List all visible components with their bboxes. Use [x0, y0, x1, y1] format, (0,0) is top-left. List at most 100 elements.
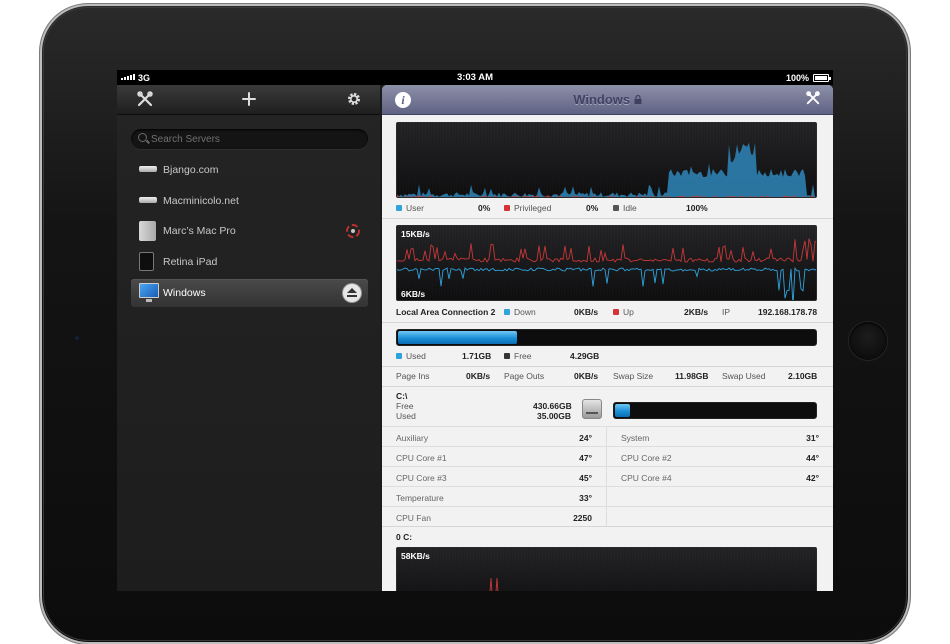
- settings-gear-icon[interactable]: [345, 91, 363, 109]
- down-swatch: [504, 309, 510, 315]
- disk-usage-bar: [613, 402, 817, 419]
- tools-icon[interactable]: [136, 91, 154, 109]
- up-swatch: [613, 309, 619, 315]
- server-detail-panel: i Windows User 0% Privileged 0% Idle 100…: [382, 85, 833, 591]
- cpu-legend: User 0% Privileged 0% Idle 100%: [396, 203, 817, 215]
- used-swatch: [396, 353, 402, 359]
- server-item-retina-ipad[interactable]: Retina iPad: [131, 247, 368, 278]
- network-graph: 15KB/s 6KB/s: [396, 225, 817, 301]
- sensor-cpu-core-2: CPU Core #2 44°: [607, 446, 833, 466]
- mac-mini-icon: [139, 166, 157, 172]
- mem-used-label: Used: [406, 351, 426, 361]
- swap-used-label: Swap Used: [722, 371, 766, 381]
- disk-activity-max-label: 58KB/s: [401, 551, 430, 561]
- server-name: Marc’s Mac Pro: [163, 225, 236, 237]
- net-ip-value: 192.168.178.78: [758, 307, 818, 317]
- net-up-label: Up: [623, 307, 634, 317]
- sidebar-toolbar: [117, 85, 380, 115]
- sensor-empty: [607, 486, 833, 506]
- network-graph-canvas: [397, 226, 816, 300]
- server-name: Macminicolo.net: [163, 194, 239, 207]
- net-up-value: 2KB/s: [684, 307, 709, 317]
- battery-icon: [813, 74, 831, 82]
- cpu-user-value: 0%: [478, 203, 491, 213]
- lock-icon: [634, 94, 642, 104]
- disk-activity-graph: 58KB/s: [396, 547, 817, 591]
- server-item-bjango[interactable]: Bjango.com: [131, 155, 368, 186]
- memory-legend: Used 1.71GB Free 4.29GB: [396, 351, 817, 363]
- sensor-cpu-core-3: CPU Core #3 45°: [382, 466, 607, 486]
- memory-used-fill: [398, 331, 518, 344]
- divider: [382, 322, 833, 323]
- net-down-value: 0KB/s: [574, 307, 599, 317]
- cpu-privileged-label: Privileged: [514, 203, 552, 213]
- search-servers-field[interactable]: [131, 129, 368, 149]
- sensor-grid: Auxiliary 24° System 31° CPU Core #1 47° CP…: [382, 426, 833, 528]
- server-item-macminicolo[interactable]: Macminicolo.net: [131, 186, 368, 217]
- cpu-idle-value: 100%: [686, 203, 708, 213]
- sensor-cpu-core-1: CPU Core #1 47°: [382, 446, 607, 466]
- search-input[interactable]: [151, 131, 361, 147]
- page-ins-label: Page Ins: [396, 371, 430, 381]
- cpu-graph-canvas: [397, 123, 816, 197]
- idle-swatch: [613, 205, 619, 211]
- disk-free-value: 430.66GB: [533, 401, 572, 411]
- front-camera: [75, 336, 79, 340]
- disk-used-fill: [615, 404, 631, 417]
- sensor-cpu-core-4: CPU Core #4 42°: [607, 466, 833, 486]
- page-outs-label: Page Outs: [504, 371, 545, 381]
- sensor-system: System 31°: [607, 426, 833, 446]
- free-swatch: [504, 353, 510, 359]
- server-item-marcs-mac-pro[interactable]: Marc’s Mac Pro: [131, 216, 368, 247]
- ipad-screen: 3G 3:03 AM 100% Bjango.com: [117, 70, 833, 591]
- divider: [382, 218, 833, 219]
- divider: [382, 526, 833, 527]
- disk-free-label: Free: [396, 401, 414, 411]
- user-swatch: [396, 205, 402, 211]
- server-name: Retina iPad: [163, 255, 218, 268]
- ipad-icon: [139, 251, 154, 271]
- sensor-auxiliary: Auxiliary 24°: [382, 426, 607, 446]
- divider: [382, 366, 833, 367]
- mac-pro-icon: [139, 221, 156, 241]
- page-ins-value: 0KB/s: [466, 371, 491, 381]
- net-ip-label: IP: [722, 307, 731, 317]
- net-down-label: Down: [514, 307, 536, 317]
- mem-free-label: Free: [514, 351, 532, 361]
- sensor-temperature: Temperature 33°: [382, 486, 607, 506]
- connection-warning-icon: [344, 222, 362, 240]
- search-icon: [138, 133, 147, 142]
- memory-paging-stats: Page Ins 0KB/s Page Outs 0KB/s Swap Size…: [396, 371, 817, 383]
- network-min-label: 6KB/s: [401, 289, 426, 299]
- mem-free-value: 4.29GB: [570, 351, 600, 361]
- swap-size-value: 11.98GB: [675, 371, 709, 381]
- server-name: Windows: [163, 287, 206, 299]
- server-name: Bjango.com: [163, 164, 219, 176]
- disk-activity-canvas: [397, 548, 816, 591]
- disk-activity-name: 0 C:: [396, 532, 413, 542]
- eject-icon[interactable]: [343, 284, 361, 302]
- detail-toolbar: i Windows: [382, 85, 833, 115]
- add-server-icon[interactable]: [240, 91, 258, 109]
- cpu-privileged-value: 0%: [586, 203, 599, 213]
- divider: [382, 386, 833, 387]
- server-item-windows[interactable]: Windows: [131, 279, 368, 307]
- battery-percent: 100%: [785, 73, 809, 83]
- close-icon[interactable]: [806, 90, 820, 108]
- swap-used-value: 2.10GB: [788, 371, 818, 381]
- network-legend: Local Area Connection 2 Down 0KB/s Up 2K…: [396, 307, 817, 319]
- disk-used-label: Used: [396, 411, 416, 421]
- network-interface-name: Local Area Connection 2: [396, 307, 496, 317]
- disk-name: C:\: [396, 391, 408, 401]
- server-title: Windows: [382, 92, 833, 107]
- network-max-label: 15KB/s: [401, 229, 430, 239]
- home-button[interactable]: [849, 322, 887, 360]
- server-sidebar: Bjango.com Macminicolo.net Marc’s Mac Pr…: [117, 85, 380, 591]
- disk-used-value: 35.00GB: [537, 411, 572, 421]
- mac-mini-icon: [139, 196, 157, 203]
- clock: 3:03 AM: [456, 72, 494, 83]
- swap-size-label: Swap Size: [613, 371, 654, 381]
- cpu-usage-graph: [396, 122, 817, 198]
- server-list: Bjango.com Macminicolo.net Marc’s Mac Pr…: [131, 155, 368, 307]
- hard-drive-icon: [582, 399, 602, 419]
